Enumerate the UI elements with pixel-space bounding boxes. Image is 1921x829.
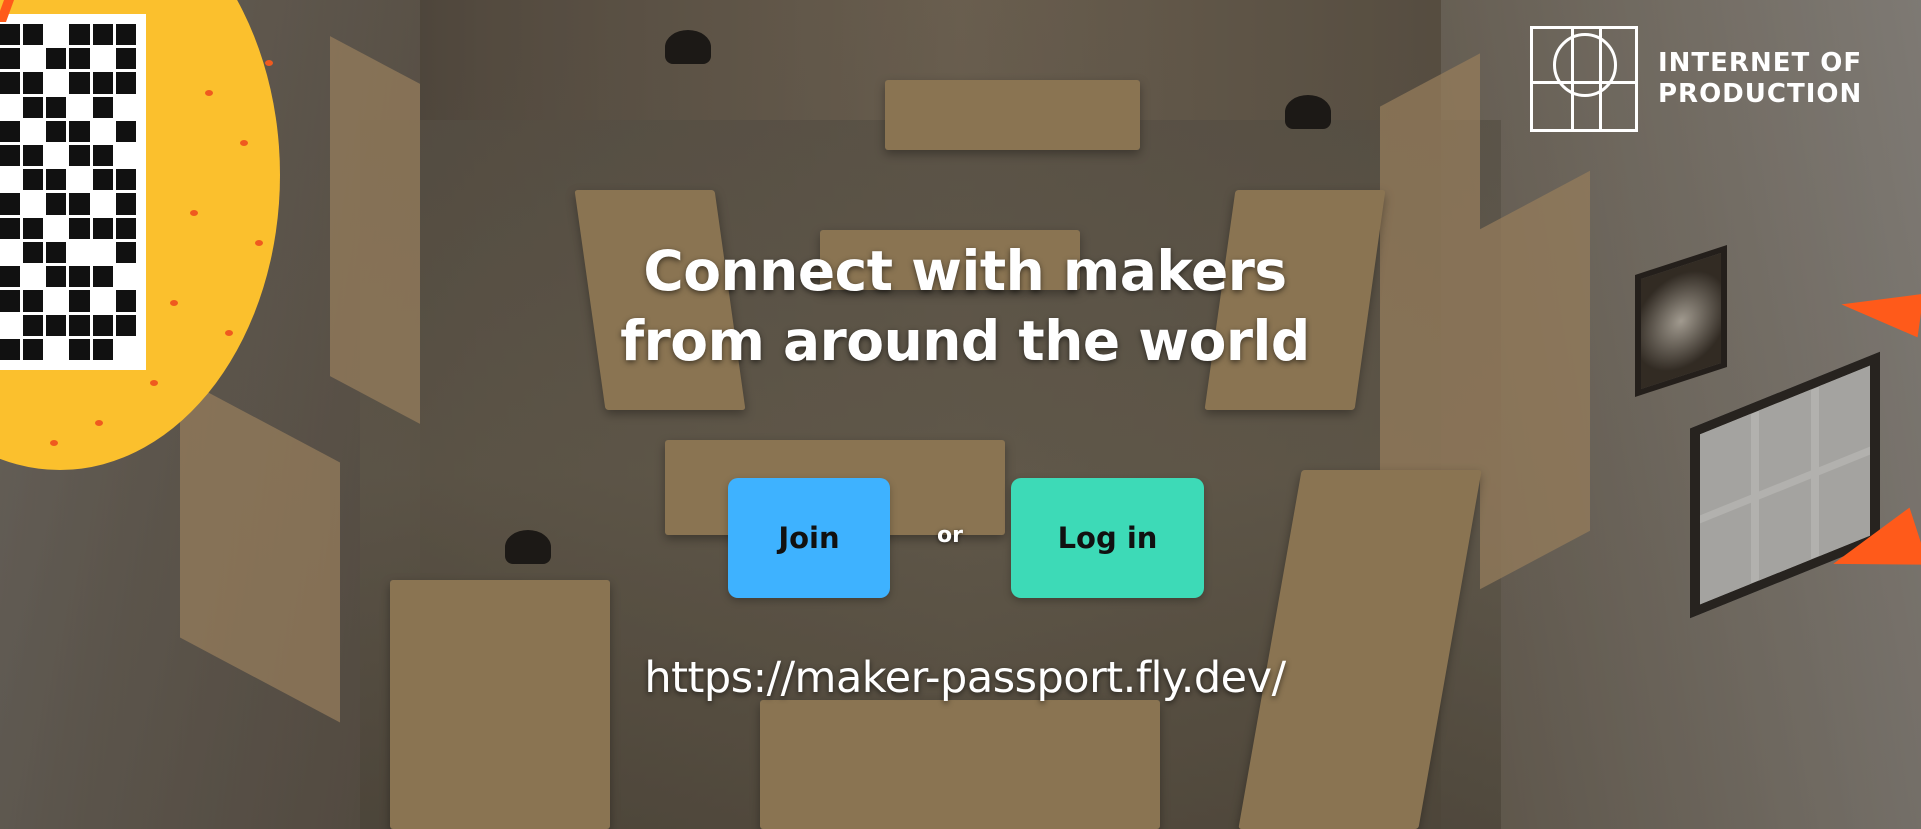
orange-speck <box>265 60 273 66</box>
join-button[interactable]: Join <box>728 478 890 598</box>
orange-speck <box>95 420 103 426</box>
logo-line-2: PRODUCTION <box>1658 79 1863 109</box>
internet-of-production-logo-icon <box>1530 26 1638 132</box>
orange-speck <box>240 140 248 146</box>
logo-wordmark: INTERNET OF PRODUCTION <box>1658 48 1862 110</box>
orange-speck <box>205 90 213 96</box>
orange-speck <box>50 440 58 446</box>
orange-speck <box>190 210 198 216</box>
headline-line-2: from around the world <box>620 309 1310 373</box>
site-url[interactable]: https://maker-passport.fly.dev/ <box>560 653 1370 703</box>
login-button[interactable]: Log in <box>1011 478 1204 598</box>
orange-speck <box>170 300 178 306</box>
qr-code-icon[interactable] <box>0 14 146 370</box>
logo-line-1: INTERNET OF <box>1658 48 1863 78</box>
internet-of-production-logo[interactable]: INTERNET OF PRODUCTION <box>1530 26 1862 132</box>
orange-speck <box>225 330 233 336</box>
headline-line-1: Connect with makers <box>643 239 1287 303</box>
orange-speck <box>255 240 263 246</box>
page-headline: Connect with makers from around the worl… <box>560 236 1370 376</box>
orange-speck <box>150 380 158 386</box>
or-separator: or <box>937 523 963 548</box>
landing-banner: INTERNET OF PRODUCTION Connect with make… <box>0 0 1921 829</box>
